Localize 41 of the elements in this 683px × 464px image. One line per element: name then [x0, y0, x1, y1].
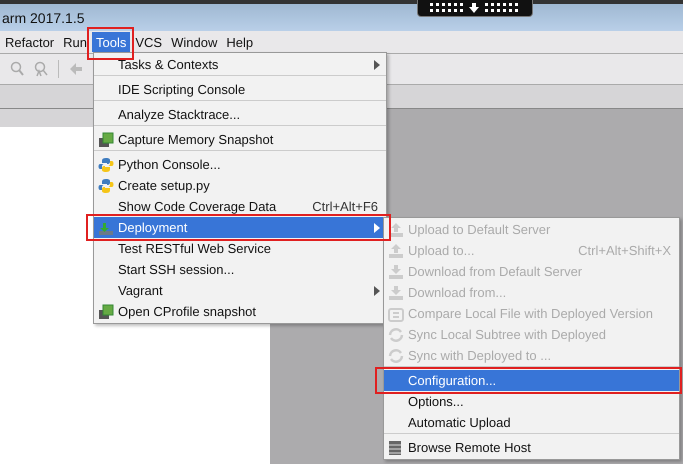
menu-item[interactable]: Options... [384, 391, 679, 412]
zoom-icon[interactable] [10, 61, 24, 77]
menu-bar-item[interactable]: Run [59, 32, 91, 52]
chip-icon [98, 304, 114, 320]
upload-icon [388, 222, 404, 238]
menu-bar-item[interactable]: Window [167, 32, 222, 52]
submenu-arrow-icon [374, 286, 380, 296]
menu-item[interactable]: IDE Scripting Console [94, 79, 386, 101]
zoom-text-icon[interactable] [34, 61, 48, 77]
menu-item[interactable]: Python Console... [94, 154, 386, 175]
menu-bar-item[interactable]: Refactor [1, 32, 58, 52]
server-icon [388, 440, 402, 456]
menu-bar-item[interactable]: VCS [131, 32, 166, 52]
menu-item[interactable]: Open CProfile snapshot [94, 301, 386, 322]
menu-item[interactable]: Browse Remote Host [384, 437, 679, 458]
python-icon [98, 178, 114, 194]
chip-icon [98, 132, 114, 148]
python-icon [98, 156, 114, 172]
menu-item[interactable]: Tasks & Contexts [94, 54, 386, 76]
sync-icon [388, 326, 404, 342]
menu-item[interactable]: Start SSH session... [94, 259, 386, 280]
download-icon [388, 264, 404, 280]
menu-item[interactable]: Analyze Stacktrace... [94, 104, 386, 126]
menu-bar-item[interactable]: Tools [92, 32, 130, 52]
menu-item[interactable]: Vagrant [94, 280, 386, 301]
submenu-arrow-icon [374, 60, 380, 70]
menu-bar-item[interactable]: Help [222, 32, 258, 52]
submenu-arrow-icon [374, 223, 380, 233]
sync-icon [388, 348, 404, 364]
menu-item[interactable]: Capture Memory Snapshot [94, 129, 386, 151]
window-title: arm 2017.1.5 [1, 10, 84, 26]
dots-arrow-icon [430, 2, 520, 14]
back-arrow-icon[interactable] [69, 62, 83, 76]
upload-icon [388, 242, 404, 258]
remote-control-bar[interactable] [417, 0, 533, 17]
download-icon [388, 284, 404, 300]
menu-item[interactable]: Show Code Coverage Data Ctrl+Alt+F6 [94, 196, 386, 217]
menu-item[interactable]: Create setup.py [94, 175, 386, 196]
menu-item[interactable]: Automatic Upload [384, 412, 679, 434]
compare-icon [388, 306, 404, 322]
menu-item[interactable]: Test RESTful Web Service [94, 238, 386, 259]
